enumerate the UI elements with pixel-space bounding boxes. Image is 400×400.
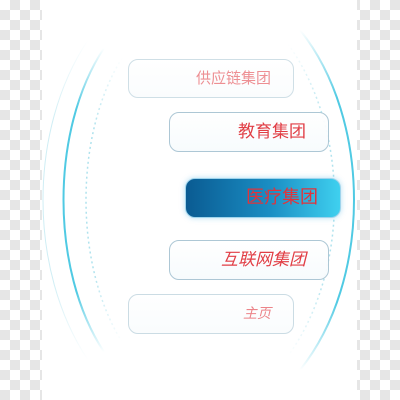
menu-item-supply-chain[interactable]: 供应链集团 [128,59,294,98]
menu-item-education[interactable]: 教育集团 [169,112,329,152]
menu-item-home[interactable]: 主页 [128,294,294,334]
menu-item-label: 主页 [243,306,271,322]
menu-item-label: 医疗集团 [246,187,318,208]
menu-item-medical-active[interactable]: 医疗集团 [185,178,341,218]
menu-item-internet[interactable]: 互联网集团 [169,240,329,280]
menu-item-label: 教育集团 [238,121,306,142]
menu-item-label: 互联网集团 [221,249,306,270]
menu-item-label: 供应链集团 [195,69,271,87]
